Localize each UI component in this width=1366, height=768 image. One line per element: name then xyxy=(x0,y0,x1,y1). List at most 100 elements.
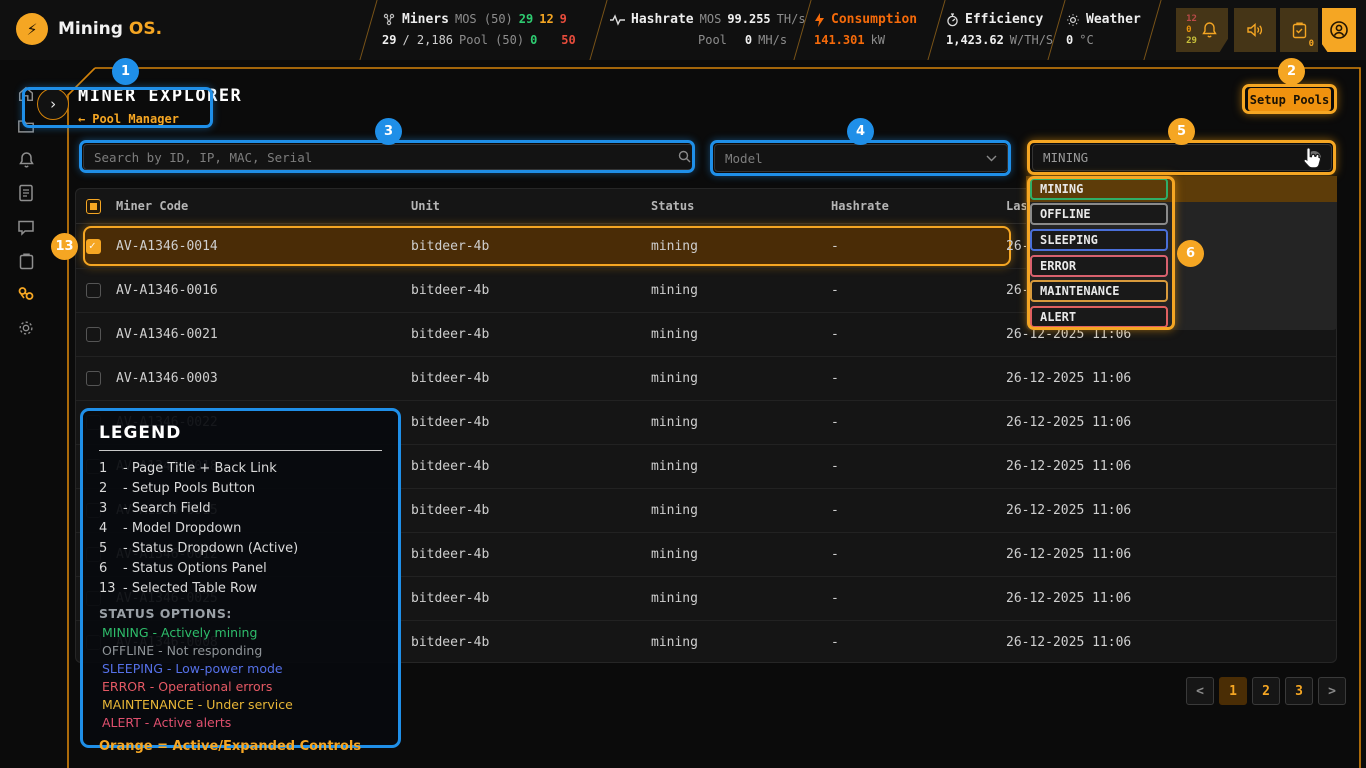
tasks-badge: 0 xyxy=(1309,39,1314,49)
sidebar-collapse-toggle[interactable]: › xyxy=(37,88,69,120)
miner-unit: bitdeer-4b xyxy=(411,635,651,650)
sidebar xyxy=(0,60,52,768)
sidebar-item-files[interactable] xyxy=(16,116,36,136)
tasks-button[interactable]: 0 xyxy=(1280,8,1318,52)
status-chip-maintenance[interactable]: MAINTENANCE xyxy=(1030,280,1168,302)
hashrate-stat: Hashrate MOS 99.255 TH/s Pool 0 MH/s xyxy=(610,9,806,51)
brand[interactable]: ⚡ Mining OS. xyxy=(16,13,162,45)
status-dropdown-value: MINING xyxy=(1043,150,1088,165)
sidebar-item-pools-active[interactable] xyxy=(16,284,36,304)
prev-page-button[interactable]: < xyxy=(1186,677,1214,705)
notifications-button[interactable]: 12 0 29 xyxy=(1176,8,1228,52)
consumption-unit: kW xyxy=(871,30,885,51)
setup-pools-button[interactable]: Setup Pools xyxy=(1248,88,1331,111)
legend-status-error: ERROR - Operational errors xyxy=(99,678,382,696)
annotation-badge-1: 1 xyxy=(112,58,139,85)
miner-code: AV-A1346-0021 xyxy=(116,327,411,342)
status-option-mining[interactable]: MINING xyxy=(1026,176,1337,202)
notif-count-orange: 0 xyxy=(1186,25,1197,36)
legend-status-heading: STATUS OPTIONS: xyxy=(99,606,382,621)
efficiency-icon xyxy=(946,13,959,27)
model-dropdown[interactable]: Model xyxy=(714,144,1008,172)
miners-label: Miners xyxy=(402,9,449,30)
miner-hashrate: - xyxy=(831,547,1006,562)
column-unit[interactable]: Unit xyxy=(411,199,651,213)
notification-counts: 12 0 29 xyxy=(1186,14,1197,47)
page-button-2[interactable]: 2 xyxy=(1252,677,1280,705)
status-option-alert[interactable]: ALERT xyxy=(1026,304,1337,330)
clipboard-icon xyxy=(19,253,34,270)
model-placeholder: Model xyxy=(725,151,763,166)
miner-last-seen: 26-12-2025 11:06 xyxy=(1006,547,1336,562)
select-all-checkbox[interactable] xyxy=(86,199,101,214)
brand-name: Mining OS. xyxy=(58,19,162,39)
efficiency-value: 1,423.62 xyxy=(946,30,1004,51)
miner-last-seen: 26-12-2025 11:06 xyxy=(1006,415,1336,430)
consumption-icon xyxy=(814,13,825,27)
page-button-1[interactable]: 1 xyxy=(1219,677,1247,705)
row-checkbox[interactable] xyxy=(86,327,101,342)
clipboard-icon xyxy=(1292,22,1307,39)
weather-unit: °C xyxy=(1079,30,1093,51)
sidebar-item-documents[interactable] xyxy=(16,183,36,203)
miner-unit: bitdeer-4b xyxy=(411,591,651,606)
miner-unit: bitdeer-4b xyxy=(411,503,651,518)
sidebar-item-notifications[interactable] xyxy=(16,150,36,170)
miner-unit: bitdeer-4b xyxy=(411,283,651,298)
status-chip-sleeping[interactable]: SLEEPING xyxy=(1030,229,1168,251)
miner-hashrate: - xyxy=(831,371,1006,386)
miner-unit: bitdeer-4b xyxy=(411,239,651,254)
status-chip-offline[interactable]: OFFLINE xyxy=(1030,203,1168,225)
row-checkbox[interactable] xyxy=(86,283,101,298)
announcements-button[interactable] xyxy=(1234,8,1276,52)
status-chip-alert[interactable]: ALERT xyxy=(1030,306,1168,328)
legend-item: 6- Status Options Panel xyxy=(99,559,382,579)
status-option-maintenance[interactable]: MAINTENANCE xyxy=(1026,278,1337,304)
back-link-pool-manager[interactable]: ← Pool Manager xyxy=(78,112,179,126)
user-profile-button[interactable] xyxy=(1322,8,1356,52)
table-row[interactable]: AV-A1346-0003 bitdeer-4b mining - 26-12-… xyxy=(76,356,1336,400)
hashrate-label: Hashrate xyxy=(631,9,694,30)
status-dropdown[interactable]: MINING ✕ xyxy=(1032,144,1332,171)
miner-hashrate: - xyxy=(831,503,1006,518)
row-checkbox[interactable] xyxy=(86,371,101,386)
efficiency-label: Efficiency xyxy=(965,9,1043,30)
miners-pool-green: 0 xyxy=(530,30,537,51)
legend-item: 1- Page Title + Back Link xyxy=(99,459,382,479)
hashrate-pool-value: 0 xyxy=(745,30,752,51)
search-input[interactable] xyxy=(83,144,694,170)
sidebar-item-settings[interactable] xyxy=(16,318,36,338)
status-option-offline[interactable]: OFFLINE xyxy=(1026,202,1337,228)
legend-divider xyxy=(99,450,382,451)
gear-icon xyxy=(17,319,35,337)
next-page-button[interactable]: > xyxy=(1318,677,1346,705)
miner-status: mining xyxy=(651,547,831,562)
header-divider xyxy=(1143,0,1161,60)
hashrate-mos-unit: TH/s xyxy=(777,9,806,30)
notif-count-red: 12 xyxy=(1186,14,1197,25)
top-header: ⚡ Mining OS. Miners MOS (50) 29 12 9 29 xyxy=(0,0,1366,60)
sidebar-item-home[interactable] xyxy=(16,84,36,104)
sidebar-item-tasks[interactable] xyxy=(16,251,36,271)
legend-title: LEGEND xyxy=(99,423,382,443)
page-button-3[interactable]: 3 xyxy=(1285,677,1313,705)
sidebar-item-messages[interactable] xyxy=(16,217,36,237)
column-hashrate[interactable]: Hashrate xyxy=(831,199,1006,213)
column-status[interactable]: Status xyxy=(651,199,831,213)
annotation-badge-5: 5 xyxy=(1168,118,1195,145)
consumption-stat: Consumption 141.301 kW xyxy=(814,9,917,51)
miner-hashrate: - xyxy=(831,415,1006,430)
row-checkbox-checked[interactable] xyxy=(86,239,101,254)
legend-status-offline: OFFLINE - Not responding xyxy=(99,642,382,660)
mouse-cursor-hand xyxy=(1300,146,1324,172)
status-chip-error[interactable]: ERROR xyxy=(1030,255,1168,277)
chat-icon xyxy=(17,219,35,236)
efficiency-stat: Efficiency 1,423.62 W/TH/S xyxy=(946,9,1053,51)
status-chip-mining[interactable]: MINING xyxy=(1030,178,1168,200)
miners-mos-label: MOS (50) xyxy=(455,9,513,30)
header-divider xyxy=(927,0,945,60)
legend-item: 2- Setup Pools Button xyxy=(99,479,382,499)
column-miner-code[interactable]: Miner Code xyxy=(116,199,411,213)
header-divider xyxy=(589,0,607,60)
weather-value: 0 xyxy=(1066,30,1073,51)
